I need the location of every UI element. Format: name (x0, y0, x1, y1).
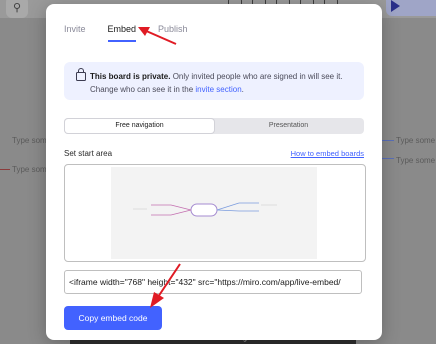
privacy-notice-end: . (241, 84, 244, 94)
presentation-option[interactable]: Presentation (214, 119, 363, 133)
present-icon[interactable] (391, 0, 400, 12)
share-tabs: Invite Embed Publish (64, 24, 210, 42)
copy-embed-code-button[interactable]: Copy embed code (64, 306, 162, 330)
share-modal: Invite Embed Publish This board is priva… (46, 4, 382, 340)
board-text-node: Type some (396, 156, 436, 165)
free-navigation-option[interactable]: Free navigation (65, 119, 214, 133)
search-icon[interactable]: ⚲ (6, 0, 28, 18)
tab-publish[interactable]: Publish (158, 24, 188, 42)
how-to-embed-link[interactable]: How to embed boards (291, 149, 364, 158)
start-area-title: Set start area (64, 149, 113, 158)
invite-section-link[interactable]: invite section (195, 85, 241, 94)
mind-map-preview (133, 202, 277, 217)
lock-icon (76, 68, 86, 81)
privacy-notice-bold: This board is private. (90, 72, 171, 81)
tab-invite[interactable]: Invite (64, 24, 86, 42)
board-preview[interactable] (111, 167, 317, 259)
tab-embed[interactable]: Embed (107, 24, 137, 42)
board-connector (382, 158, 394, 159)
board-text-node: Type some (396, 136, 436, 145)
board-connector (0, 169, 10, 170)
embed-code-field[interactable]: <iframe width="768" height="432" src="ht… (64, 270, 362, 294)
privacy-notice-text: This board is private. Only invited peop… (90, 71, 356, 96)
navigation-mode-toggle: Free navigation Presentation (64, 118, 364, 134)
board-connector (382, 140, 394, 141)
start-area-selector[interactable] (64, 164, 366, 262)
privacy-notice: This board is private. Only invited peop… (64, 62, 364, 100)
